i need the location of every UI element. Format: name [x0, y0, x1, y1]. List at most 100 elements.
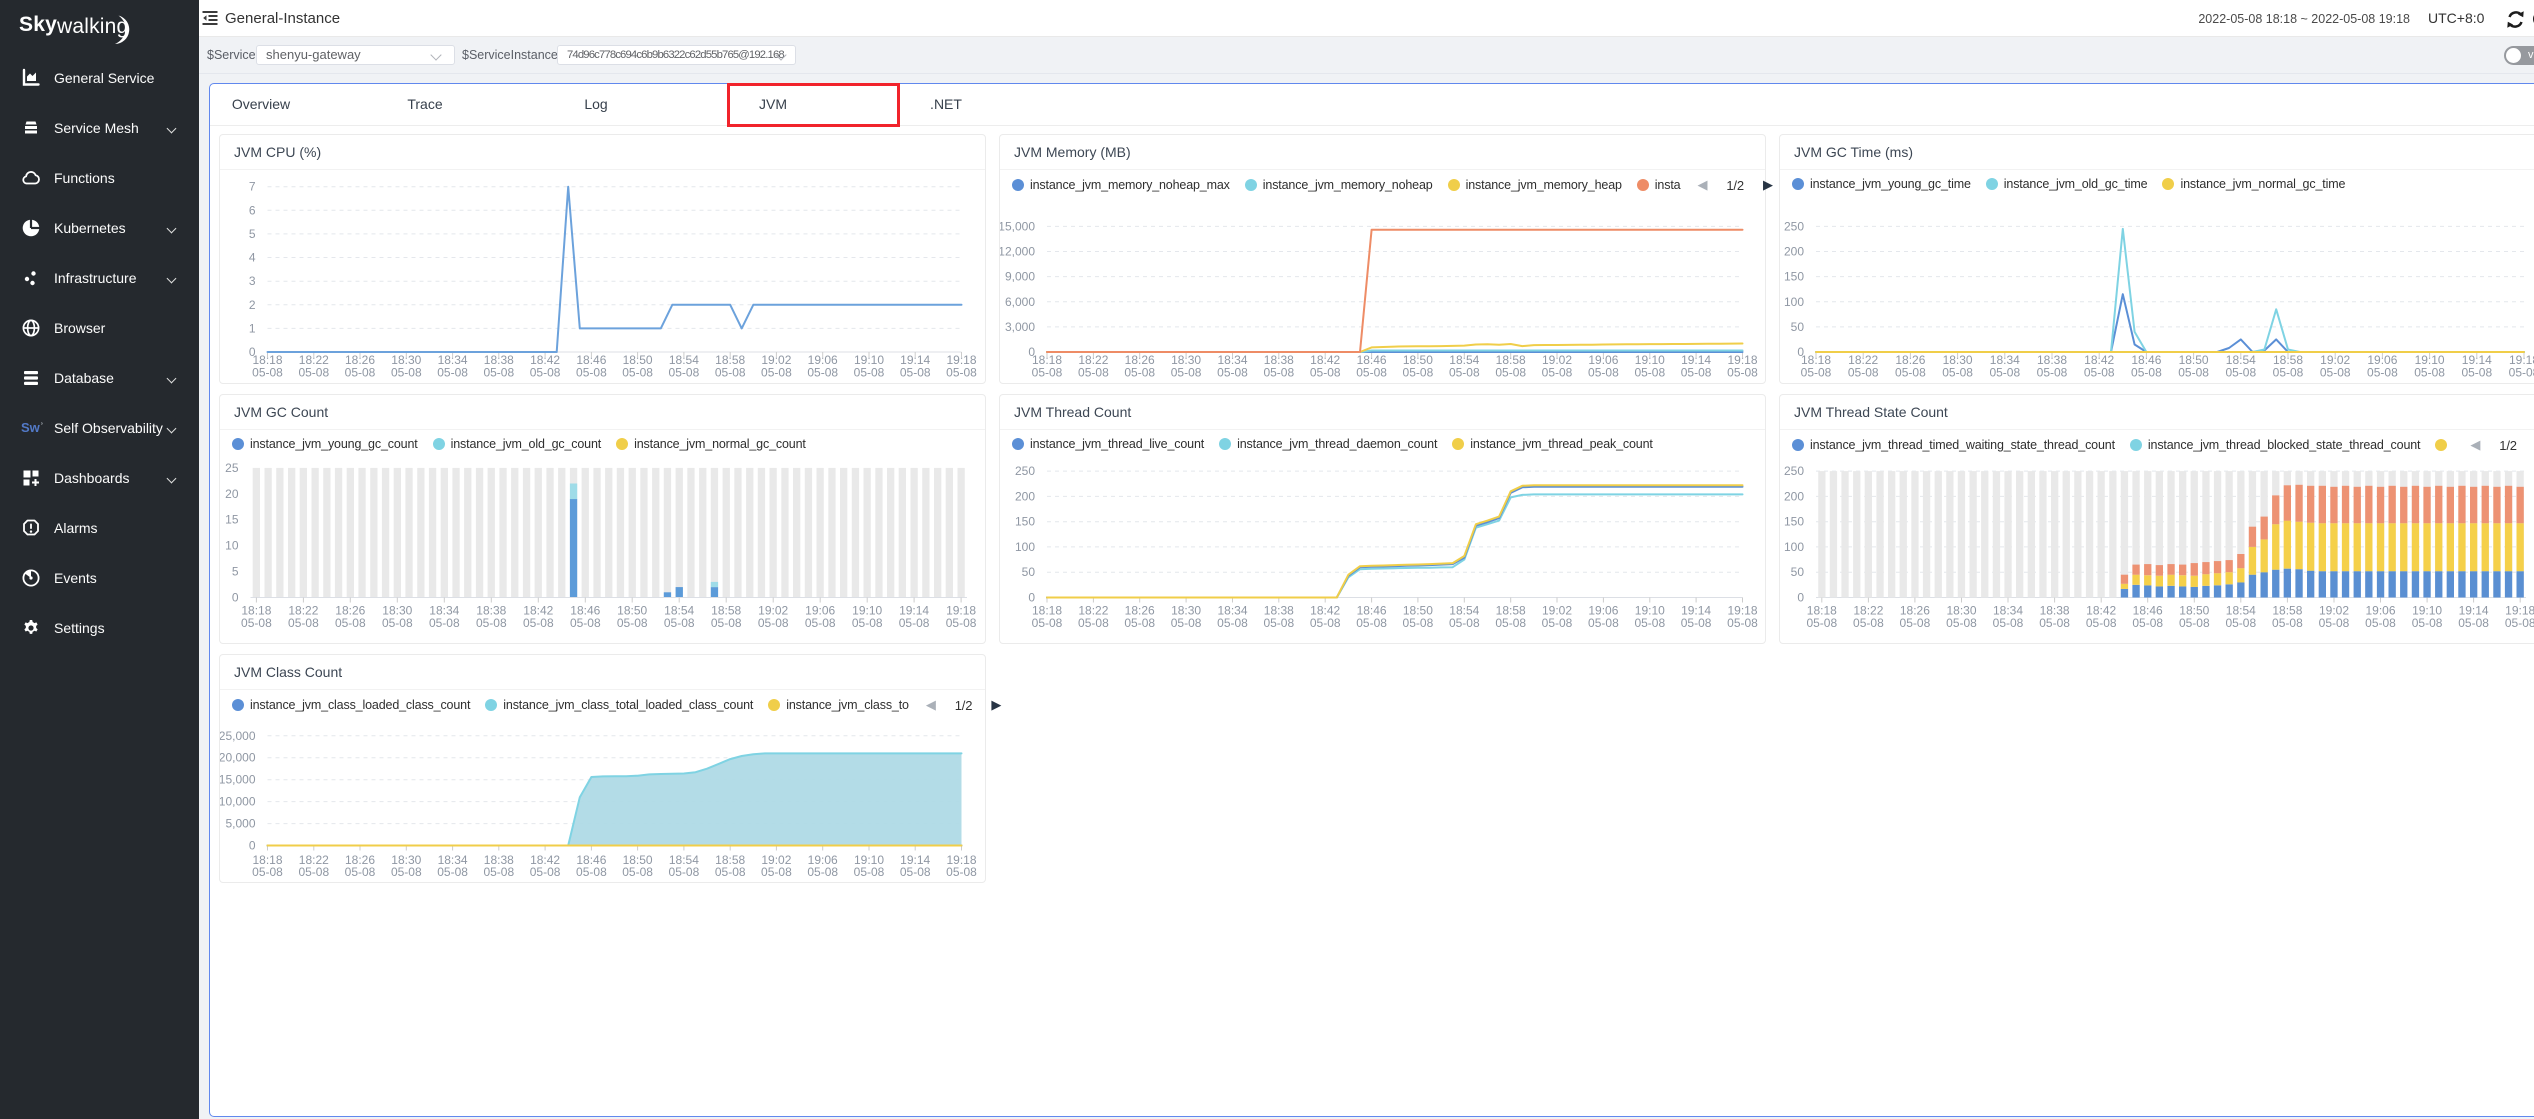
- svg-text:05-08: 05-08: [391, 366, 422, 380]
- svg-text:05-08: 05-08: [1449, 616, 1480, 630]
- svg-text:05-08: 05-08: [1495, 366, 1526, 380]
- svg-text:05-08: 05-08: [1403, 366, 1434, 380]
- svg-text:3: 3: [249, 274, 256, 288]
- svg-text:05-08: 05-08: [715, 366, 746, 380]
- svg-text:05-08: 05-08: [1310, 366, 1341, 380]
- svg-text:15: 15: [225, 513, 239, 527]
- svg-text:05-08: 05-08: [669, 865, 700, 879]
- svg-text:05-08: 05-08: [335, 616, 366, 630]
- svg-text:05-08: 05-08: [476, 616, 507, 630]
- svg-text:05-08: 05-08: [1310, 616, 1341, 630]
- svg-text:05-08: 05-08: [2178, 366, 2209, 380]
- svg-text:5: 5: [249, 227, 256, 241]
- svg-text:05-08: 05-08: [758, 616, 789, 630]
- svg-text:05-08: 05-08: [1356, 616, 1387, 630]
- svg-text:05-08: 05-08: [2505, 616, 2534, 630]
- svg-text:05-08: 05-08: [1495, 616, 1526, 630]
- svg-text:05-08: 05-08: [1801, 366, 1832, 380]
- svg-text:05-08: 05-08: [1542, 366, 1573, 380]
- svg-text:12,000: 12,000: [1000, 245, 1035, 259]
- svg-text:05-08: 05-08: [288, 616, 319, 630]
- svg-text:05-08: 05-08: [2412, 616, 2443, 630]
- svg-text:05-08: 05-08: [570, 616, 601, 630]
- svg-text:05-08: 05-08: [807, 366, 838, 380]
- svg-text:1: 1: [249, 321, 256, 335]
- svg-text:05-08: 05-08: [1853, 616, 1884, 630]
- svg-text:05-08: 05-08: [2272, 616, 2303, 630]
- svg-text:05-08: 05-08: [298, 865, 329, 879]
- svg-text:100: 100: [1784, 295, 1804, 309]
- svg-text:05-08: 05-08: [1900, 616, 1931, 630]
- svg-text:05-08: 05-08: [946, 865, 977, 879]
- svg-text:05-08: 05-08: [1993, 616, 2024, 630]
- svg-text:05-08: 05-08: [1895, 366, 1926, 380]
- svg-text:5,000: 5,000: [225, 817, 255, 831]
- svg-text:05-08: 05-08: [2084, 366, 2115, 380]
- svg-text:05-08: 05-08: [761, 865, 792, 879]
- svg-text:05-08: 05-08: [1542, 616, 1573, 630]
- svg-text:250: 250: [1784, 219, 1804, 233]
- svg-text:100: 100: [1784, 540, 1804, 554]
- svg-text:05-08: 05-08: [854, 366, 885, 380]
- svg-text:200: 200: [1015, 489, 1035, 503]
- svg-text:05-08: 05-08: [2365, 616, 2396, 630]
- svg-text:05-08: 05-08: [2458, 616, 2489, 630]
- svg-text:05-08: 05-08: [483, 366, 514, 380]
- svg-text:05-08: 05-08: [2179, 616, 2210, 630]
- svg-text:05-08: 05-08: [2131, 366, 2162, 380]
- svg-text:7: 7: [249, 180, 256, 194]
- svg-text:05-08: 05-08: [715, 865, 746, 879]
- svg-text:6,000: 6,000: [1005, 295, 1035, 309]
- svg-text:50: 50: [1022, 565, 1036, 579]
- svg-text:0: 0: [249, 839, 256, 853]
- svg-text:0: 0: [232, 591, 239, 605]
- svg-text:05-08: 05-08: [1403, 616, 1434, 630]
- svg-text:50: 50: [1791, 320, 1805, 334]
- svg-text:05-08: 05-08: [1634, 616, 1665, 630]
- svg-text:05-08: 05-08: [1032, 616, 1063, 630]
- svg-text:05-08: 05-08: [1032, 366, 1063, 380]
- svg-text:05-08: 05-08: [437, 366, 468, 380]
- svg-text:05-08: 05-08: [1681, 366, 1712, 380]
- svg-text:05-08: 05-08: [345, 865, 376, 879]
- svg-text:05-08: 05-08: [899, 616, 930, 630]
- svg-text:250: 250: [1015, 464, 1035, 478]
- svg-text:05-08: 05-08: [1806, 616, 1837, 630]
- svg-text:05-08: 05-08: [298, 366, 329, 380]
- svg-text:250: 250: [1784, 464, 1804, 478]
- svg-text:05-08: 05-08: [2319, 616, 2350, 630]
- svg-text:05-08: 05-08: [530, 865, 561, 879]
- svg-text:50: 50: [1791, 565, 1805, 579]
- svg-text:05-08: 05-08: [345, 366, 376, 380]
- svg-text:05-08: 05-08: [854, 865, 885, 879]
- svg-text:05-08: 05-08: [1263, 616, 1294, 630]
- svg-text:05-08: 05-08: [900, 366, 931, 380]
- svg-text:05-08: 05-08: [576, 366, 607, 380]
- svg-text:05-08: 05-08: [1727, 616, 1758, 630]
- svg-text:10: 10: [225, 539, 239, 553]
- svg-text:05-08: 05-08: [2273, 366, 2304, 380]
- svg-text:05-08: 05-08: [1588, 366, 1619, 380]
- svg-text:05-08: 05-08: [711, 616, 742, 630]
- svg-text:05-08: 05-08: [252, 865, 283, 879]
- svg-text:2: 2: [249, 298, 256, 312]
- svg-text:05-08: 05-08: [2225, 366, 2256, 380]
- svg-text:05-08: 05-08: [2037, 366, 2068, 380]
- svg-text:05-08: 05-08: [761, 366, 792, 380]
- svg-text:05-08: 05-08: [900, 865, 931, 879]
- svg-text:05-08: 05-08: [622, 865, 653, 879]
- svg-text:25: 25: [225, 461, 239, 475]
- svg-text:4: 4: [249, 251, 256, 265]
- svg-text:05-08: 05-08: [1356, 366, 1387, 380]
- svg-text:25,000: 25,000: [220, 729, 256, 743]
- svg-text:05-08: 05-08: [1727, 366, 1758, 380]
- svg-text:15,000: 15,000: [220, 773, 256, 787]
- svg-text:05-08: 05-08: [576, 865, 607, 879]
- svg-text:05-08: 05-08: [2039, 616, 2070, 630]
- svg-text:05-08: 05-08: [483, 865, 514, 879]
- svg-text:150: 150: [1015, 515, 1035, 529]
- svg-text:0: 0: [1028, 591, 1035, 605]
- svg-text:05-08: 05-08: [1989, 366, 2020, 380]
- svg-text:05-08: 05-08: [807, 865, 838, 879]
- svg-text:05-08: 05-08: [241, 616, 272, 630]
